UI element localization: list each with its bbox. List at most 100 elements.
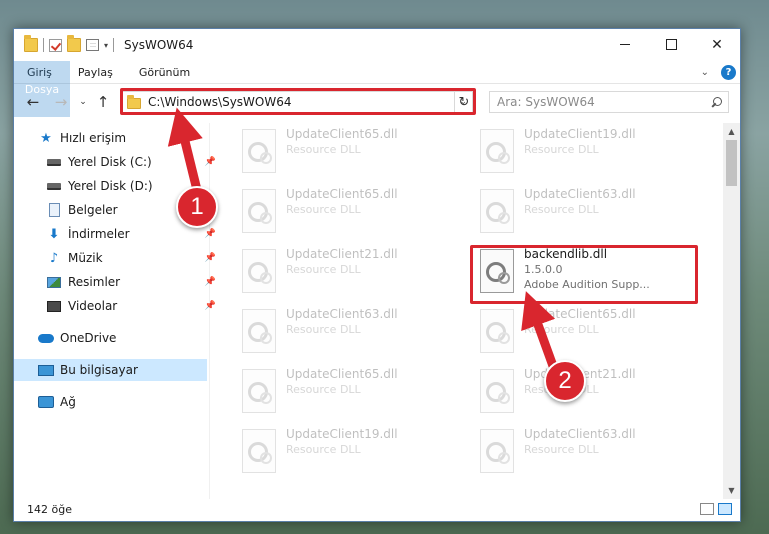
help-icon[interactable]: ?	[721, 64, 736, 80]
new-folder-icon[interactable]	[67, 35, 81, 52]
tiles-view-icon[interactable]	[718, 503, 732, 515]
file-type: Resource DLL	[524, 203, 599, 216]
cloud-icon	[38, 330, 54, 346]
file-item[interactable]: UpdateClient63.dll Resource DLL	[478, 425, 698, 481]
dll-file-icon	[480, 309, 514, 353]
expand-ribbon-chevron-icon[interactable]: ⌄	[701, 67, 709, 78]
file-item[interactable]: UpdateClient19.dll Resource DLL	[478, 125, 698, 181]
properties-check-icon[interactable]	[49, 38, 62, 52]
file-item[interactable]: UpdateClient65.dll Resource DLL	[240, 125, 460, 181]
disk-icon	[46, 154, 62, 170]
file-item[interactable]: UpdateClient65.dll Resource DLL	[240, 185, 460, 241]
file-type: Resource DLL	[286, 323, 361, 336]
star-icon: ★	[40, 130, 52, 146]
window-title: SysWOW64	[124, 38, 194, 52]
dll-file-icon	[242, 129, 276, 173]
file-name: UpdateClient65.dll	[286, 367, 398, 381]
tab-share[interactable]: Paylaş	[65, 61, 126, 83]
sidebar-item-local-disk-d[interactable]: Yerel Disk (D:)	[46, 175, 153, 197]
dll-file-icon	[242, 429, 276, 473]
toolbar-separator	[43, 38, 44, 52]
maximize-button[interactable]	[648, 29, 694, 60]
sidebar-item-label: Ağ	[60, 395, 76, 409]
dll-file-icon	[242, 249, 276, 293]
navigation-bar: ← → ⌄ ↑ C:\Windows\SysWOW64 ⌄ ↻ Ara: Sys…	[14, 86, 740, 118]
pin-icon[interactable]: 📌	[205, 253, 216, 263]
details-view-icon[interactable]	[700, 503, 714, 515]
file-type: Resource DLL	[286, 203, 361, 216]
dll-file-icon	[480, 129, 514, 173]
file-item[interactable]: UpdateClient63.dll Resource DLL	[240, 305, 460, 361]
sidebar-item-music[interactable]: ♪ Müzik 📌	[46, 247, 216, 269]
file-name: UpdateClient21.dll	[286, 247, 398, 261]
file-type: Resource DLL	[524, 323, 599, 336]
file-item[interactable]: UpdateClient63.dll Resource DLL	[478, 185, 698, 241]
sidebar-item-label: OneDrive	[60, 331, 117, 345]
file-highlight-box	[470, 245, 698, 304]
back-arrow-icon[interactable]: ←	[22, 91, 44, 113]
sidebar-item-local-disk-c[interactable]: Yerel Disk (C:) 📌	[46, 151, 216, 173]
address-highlight-box	[120, 88, 476, 115]
sidebar-item-pictures[interactable]: Resimler 📌	[46, 271, 216, 293]
status-bar: 142 öğe	[14, 497, 740, 521]
sidebar-item-label: Belgeler	[68, 203, 118, 217]
scrollbar-thumb[interactable]	[726, 140, 737, 186]
minimize-button[interactable]	[602, 29, 648, 60]
dll-file-icon	[242, 189, 276, 233]
sidebar-item-label: Müzik	[68, 251, 103, 265]
tab-view[interactable]: Görünüm	[126, 61, 203, 83]
dll-file-icon	[242, 309, 276, 353]
pin-icon[interactable]: 📌	[205, 277, 216, 287]
sidebar-item-label: Resimler	[68, 275, 121, 289]
file-type: Resource DLL	[286, 143, 361, 156]
sidebar-item-network[interactable]: Ağ	[38, 391, 76, 413]
pin-icon[interactable]: 📌	[205, 229, 216, 239]
sidebar-item-this-pc[interactable]: Bu bilgisayar	[14, 359, 207, 381]
title-bar: ▾ SysWOW64 ✕	[14, 29, 740, 61]
close-button[interactable]: ✕	[694, 29, 740, 60]
file-item[interactable]: UpdateClient21.dllResource DLL	[478, 365, 698, 421]
file-name: UpdateClient63.dll	[286, 307, 398, 321]
file-name: UpdateClient19.dll	[286, 427, 398, 441]
file-item[interactable]: UpdateClient19.dll Resource DLL	[240, 425, 460, 481]
sidebar-item-downloads[interactable]: ⬇ İndirmeler 📌	[46, 223, 216, 245]
dll-file-icon	[480, 369, 514, 413]
file-type: Resource DLL	[286, 263, 361, 276]
disk-icon	[46, 178, 62, 194]
customize-toolbar-chevron-icon[interactable]: ▾	[104, 41, 108, 50]
recent-locations-chevron-icon[interactable]: ⌄	[76, 91, 90, 113]
folder-icon[interactable]	[24, 35, 38, 52]
file-item[interactable]: UpdateClient65.dll Resource DLL	[478, 305, 698, 361]
sidebar-item-quick-access[interactable]: ★ Hızlı erişim	[38, 127, 126, 149]
search-input[interactable]: Ara: SysWOW64	[489, 91, 729, 113]
sidebar-item-videos[interactable]: Videolar 📌	[46, 295, 216, 317]
file-item[interactable]: UpdateClient65.dll Resource DLL	[240, 365, 460, 421]
document-icon	[46, 202, 62, 218]
dll-file-icon	[480, 189, 514, 233]
sidebar-item-label: İndirmeler	[68, 227, 130, 241]
music-icon: ♪	[49, 250, 59, 266]
file-name: UpdateClient65.dll	[286, 187, 398, 201]
window-controls: ✕	[602, 29, 740, 60]
search-placeholder: Ara: SysWOW64	[497, 95, 595, 109]
pin-icon[interactable]: 📌	[205, 301, 216, 311]
scroll-up-arrow-icon[interactable]: ▲	[723, 123, 740, 140]
sidebar-item-label: Videolar	[68, 299, 118, 313]
pictures-icon	[46, 274, 62, 290]
sidebar-item-documents[interactable]: Belgeler	[46, 199, 118, 221]
vertical-scrollbar[interactable]: ▲ ▼	[723, 123, 740, 499]
videos-icon	[46, 298, 62, 314]
download-icon: ⬇	[48, 226, 60, 242]
sidebar-item-onedrive[interactable]: OneDrive	[38, 327, 116, 349]
sidebar-item-label: Yerel Disk (D:)	[68, 179, 153, 193]
properties-icon[interactable]	[86, 39, 99, 51]
sidebar-item-label: Yerel Disk (C:)	[68, 155, 152, 169]
ribbon-right-controls: ⌄ ?	[701, 61, 740, 83]
up-arrow-icon[interactable]: ↑	[92, 91, 114, 113]
search-icon[interactable]	[711, 96, 722, 108]
dll-file-icon	[480, 429, 514, 473]
pin-icon[interactable]: 📌	[205, 157, 216, 167]
forward-arrow-icon[interactable]: →	[50, 91, 72, 113]
file-item[interactable]: UpdateClient21.dll Resource DLL	[240, 245, 460, 301]
sidebar-item-label: Bu bilgisayar	[60, 363, 138, 377]
